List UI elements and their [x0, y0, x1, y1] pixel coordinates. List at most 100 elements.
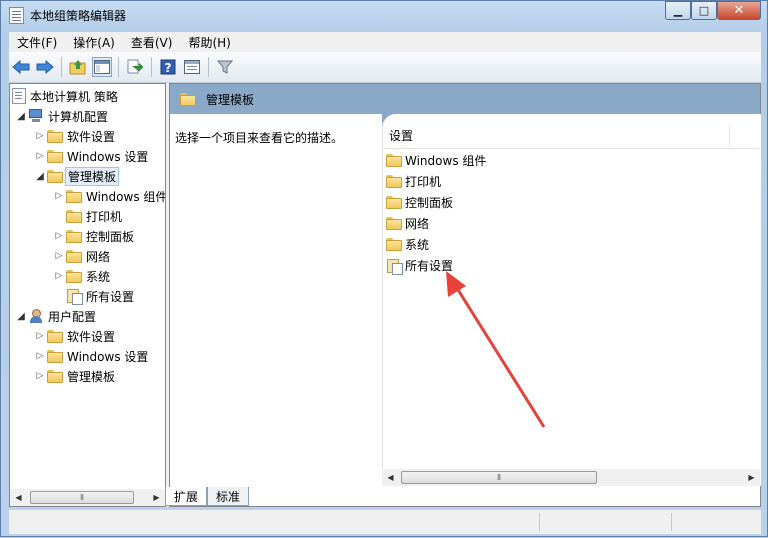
- tree-node-software-settings[interactable]: ▷ 软件设置: [35, 126, 115, 146]
- collapse-arrow-icon[interactable]: ◢: [16, 111, 26, 122]
- forward-arrow-icon: [36, 60, 54, 74]
- tree-node-user-admin-templates[interactable]: ▷ 管理模板: [35, 366, 115, 386]
- folder-icon: [66, 189, 82, 203]
- tree-pane: 本地计算机 策略 ◢ 计算机配置 ▷ 软件设置 ▷ Windows 设置 ◢ 管…: [9, 83, 166, 507]
- folder-icon: [386, 196, 402, 209]
- user-icon: [28, 308, 44, 324]
- description-text: 选择一个项目来查看它的描述。: [175, 131, 344, 145]
- collapse-arrow-icon[interactable]: ◢: [16, 311, 26, 322]
- tree-node-windows-components[interactable]: ▷ Windows 组件: [54, 186, 165, 206]
- expand-arrow-icon[interactable]: ▷: [54, 231, 64, 241]
- folder-icon: [386, 154, 402, 167]
- tab-standard[interactable]: 标准: [207, 487, 250, 506]
- folder-icon: [180, 92, 196, 106]
- minimize-icon: ▁: [673, 4, 683, 17]
- tree-node-windows-settings[interactable]: ▷ Windows 设置: [35, 146, 148, 166]
- tree-label: 管理模板: [67, 369, 116, 384]
- folder-icon: [47, 349, 63, 363]
- toolbar-separator: [118, 57, 119, 77]
- up-one-level-button[interactable]: [68, 57, 88, 77]
- list-item-windows-components[interactable]: Windows 组件: [386, 150, 486, 171]
- tree-node-user-software-settings[interactable]: ▷ 软件设置: [35, 326, 115, 346]
- list-item-all-settings[interactable]: 所有设置: [386, 255, 453, 276]
- minimize-button[interactable]: ▁: [665, 1, 691, 20]
- tree-node-user-config[interactable]: ◢ 用户配置: [16, 306, 96, 326]
- expand-arrow-icon[interactable]: ▷: [35, 151, 45, 161]
- scroll-thumb[interactable]: ⦀: [30, 491, 134, 504]
- list-item-printers[interactable]: 打印机: [386, 171, 441, 192]
- help-icon: ?: [160, 59, 176, 75]
- menu-bar: 文件(F) 操作(A) 查看(V) 帮助(H): [9, 32, 761, 52]
- tree-label: Windows 设置: [67, 149, 149, 164]
- tree-horizontal-scrollbar[interactable]: ◀ ⦀ ▶: [10, 489, 165, 506]
- tree-node-user-windows-settings[interactable]: ▷ Windows 设置: [35, 346, 148, 366]
- back-button[interactable]: [11, 57, 31, 77]
- show-hide-tree-button[interactable]: [92, 57, 112, 77]
- menu-file[interactable]: 文件(F): [9, 34, 65, 51]
- list-item-network[interactable]: 网络: [386, 213, 429, 234]
- scroll-right-icon[interactable]: ▶: [148, 489, 165, 506]
- forward-button[interactable]: [35, 57, 55, 77]
- expand-arrow-icon[interactable]: ▷: [35, 131, 45, 141]
- maximize-button[interactable]: □: [691, 1, 717, 20]
- filter-button[interactable]: [215, 57, 235, 77]
- folder-icon: [47, 169, 63, 183]
- expand-arrow-icon[interactable]: ▷: [35, 331, 45, 341]
- list-item-label: 控制面板: [405, 196, 454, 210]
- column-header-settings[interactable]: 设置: [383, 126, 730, 146]
- tree-node-network[interactable]: ▷ 网络: [54, 246, 110, 266]
- list-item-control-panel[interactable]: 控制面板: [386, 192, 453, 213]
- tree-label: 计算机配置: [48, 109, 109, 124]
- properties-view-icon: [184, 60, 200, 74]
- scroll-thumb[interactable]: ⦀: [401, 471, 597, 484]
- collapse-arrow-icon[interactable]: ◢: [35, 171, 45, 182]
- folder-icon: [66, 249, 82, 263]
- tree-node-printers[interactable]: 打印机: [66, 206, 122, 226]
- policy-document-icon: [12, 88, 26, 104]
- list-horizontal-scrollbar[interactable]: ◀ ⦀ ▶: [382, 469, 760, 486]
- tree-node-root[interactable]: 本地计算机 策略: [12, 86, 118, 106]
- policy-tree: 本地计算机 策略 ◢ 计算机配置 ▷ 软件设置 ▷ Windows 设置 ◢ 管…: [10, 84, 165, 488]
- scroll-left-icon[interactable]: ◀: [10, 489, 27, 506]
- show-hide-tree-icon: [94, 60, 110, 74]
- tree-node-all-settings[interactable]: 所有设置: [66, 286, 134, 306]
- expand-arrow-icon[interactable]: ▷: [54, 271, 64, 281]
- folder-icon: [47, 149, 63, 163]
- scroll-left-icon[interactable]: ◀: [382, 469, 399, 486]
- export-list-button[interactable]: [125, 57, 145, 77]
- expand-arrow-icon[interactable]: ▷: [35, 371, 45, 381]
- tree-node-computer-config[interactable]: ◢ 计算机配置: [16, 106, 108, 126]
- folder-icon: [47, 129, 63, 143]
- status-divider: [671, 513, 672, 531]
- menu-view[interactable]: 查看(V): [123, 34, 181, 51]
- details-header: 管理模板: [170, 84, 760, 114]
- tree-label: 所有设置: [86, 289, 135, 304]
- tree-label: Windows 组件: [86, 189, 165, 204]
- export-list-icon: [127, 59, 143, 74]
- tree-node-control-panel[interactable]: ▷ 控制面板: [54, 226, 134, 246]
- column-header[interactable]: 设置: [383, 124, 759, 149]
- menu-action[interactable]: 操作(A): [65, 34, 123, 51]
- folder-icon: [47, 369, 63, 383]
- tab-extended[interactable]: 扩展: [165, 487, 208, 506]
- toolbar-separator: [61, 57, 62, 77]
- list-item-label: 网络: [405, 217, 430, 231]
- expand-arrow-icon[interactable]: ▷: [54, 251, 64, 261]
- list-item-system[interactable]: 系统: [386, 234, 429, 255]
- client-area: 本地计算机 策略 ◢ 计算机配置 ▷ 软件设置 ▷ Windows 设置 ◢ 管…: [9, 83, 761, 507]
- tree-label: 控制面板: [86, 229, 135, 244]
- tree-label: 系统: [86, 269, 111, 284]
- tree-node-admin-templates[interactable]: ◢ 管理模板: [35, 166, 120, 186]
- menu-help[interactable]: 帮助(H): [180, 34, 238, 51]
- tree-label: 管理模板: [65, 166, 120, 186]
- tree-label: 打印机: [86, 209, 123, 224]
- close-button[interactable]: ✕: [717, 1, 761, 20]
- status-bar: [9, 509, 761, 534]
- help-button[interactable]: ?: [158, 57, 178, 77]
- tree-node-system[interactable]: ▷ 系统: [54, 266, 110, 286]
- list-item-label: 系统: [405, 238, 430, 252]
- expand-arrow-icon[interactable]: ▷: [35, 351, 45, 361]
- scroll-right-icon[interactable]: ▶: [743, 469, 760, 486]
- expand-arrow-icon[interactable]: ▷: [54, 191, 64, 201]
- properties-view-button[interactable]: [182, 57, 202, 77]
